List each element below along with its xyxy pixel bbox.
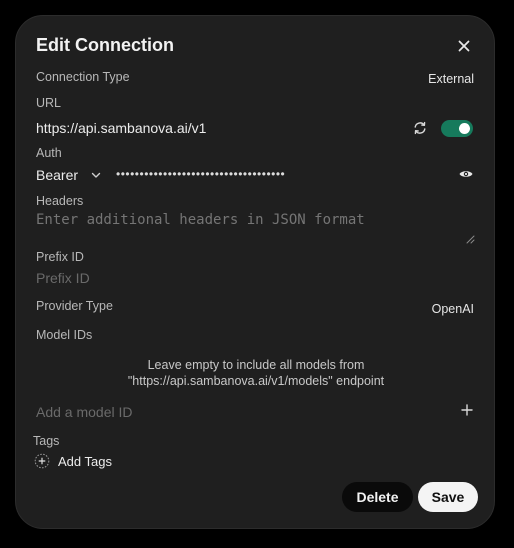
provider-type-value[interactable]: OpenAI <box>432 302 474 316</box>
api-key-input[interactable]: •••••••••••••••••••••••••••••••••••• <box>116 167 285 181</box>
plus-icon[interactable] <box>459 402 475 418</box>
model-ids-hint: Leave empty to include all models from "… <box>36 357 476 389</box>
url-enabled-toggle[interactable] <box>441 120 473 137</box>
refresh-icon[interactable] <box>412 120 428 136</box>
model-ids-hint-line1: Leave empty to include all models from <box>147 358 365 372</box>
url-label: URL <box>36 96 62 110</box>
model-id-input[interactable]: Add a model ID <box>36 404 133 420</box>
chevron-down-icon <box>90 169 102 181</box>
add-tag-icon[interactable] <box>34 453 50 469</box>
edit-connection-dialog: Edit Connection Connection Type External… <box>15 15 495 529</box>
dialog-title: Edit Connection <box>36 35 174 55</box>
connection-type-value[interactable]: External <box>428 72 474 86</box>
resize-grip-icon[interactable] <box>465 231 475 244</box>
delete-button[interactable]: Delete <box>342 482 413 512</box>
save-button[interactable]: Save <box>418 482 478 512</box>
prefix-id-label: Prefix ID <box>36 250 84 264</box>
auth-label: Auth <box>36 146 62 160</box>
close-icon[interactable] <box>456 38 472 54</box>
prefix-id-input[interactable]: Prefix ID <box>36 270 90 286</box>
headers-label: Headers <box>36 194 84 208</box>
model-ids-label: Model IDs <box>36 328 93 342</box>
toggle-knob <box>459 123 470 134</box>
eye-icon[interactable] <box>458 166 474 182</box>
auth-method-select[interactable]: Bearer <box>36 167 102 183</box>
model-ids-hint-line2: "https://api.sambanova.ai/v1/models" end… <box>127 374 385 388</box>
add-tags-button[interactable]: Add Tags <box>58 454 112 469</box>
provider-type-label: Provider Type <box>36 299 113 313</box>
tags-label: Tags <box>33 434 60 448</box>
connection-type-label: Connection Type <box>36 70 130 84</box>
headers-textarea[interactable] <box>36 212 476 242</box>
auth-method-value: Bearer <box>36 167 79 183</box>
url-input[interactable]: https://api.sambanova.ai/v1 <box>36 120 206 136</box>
